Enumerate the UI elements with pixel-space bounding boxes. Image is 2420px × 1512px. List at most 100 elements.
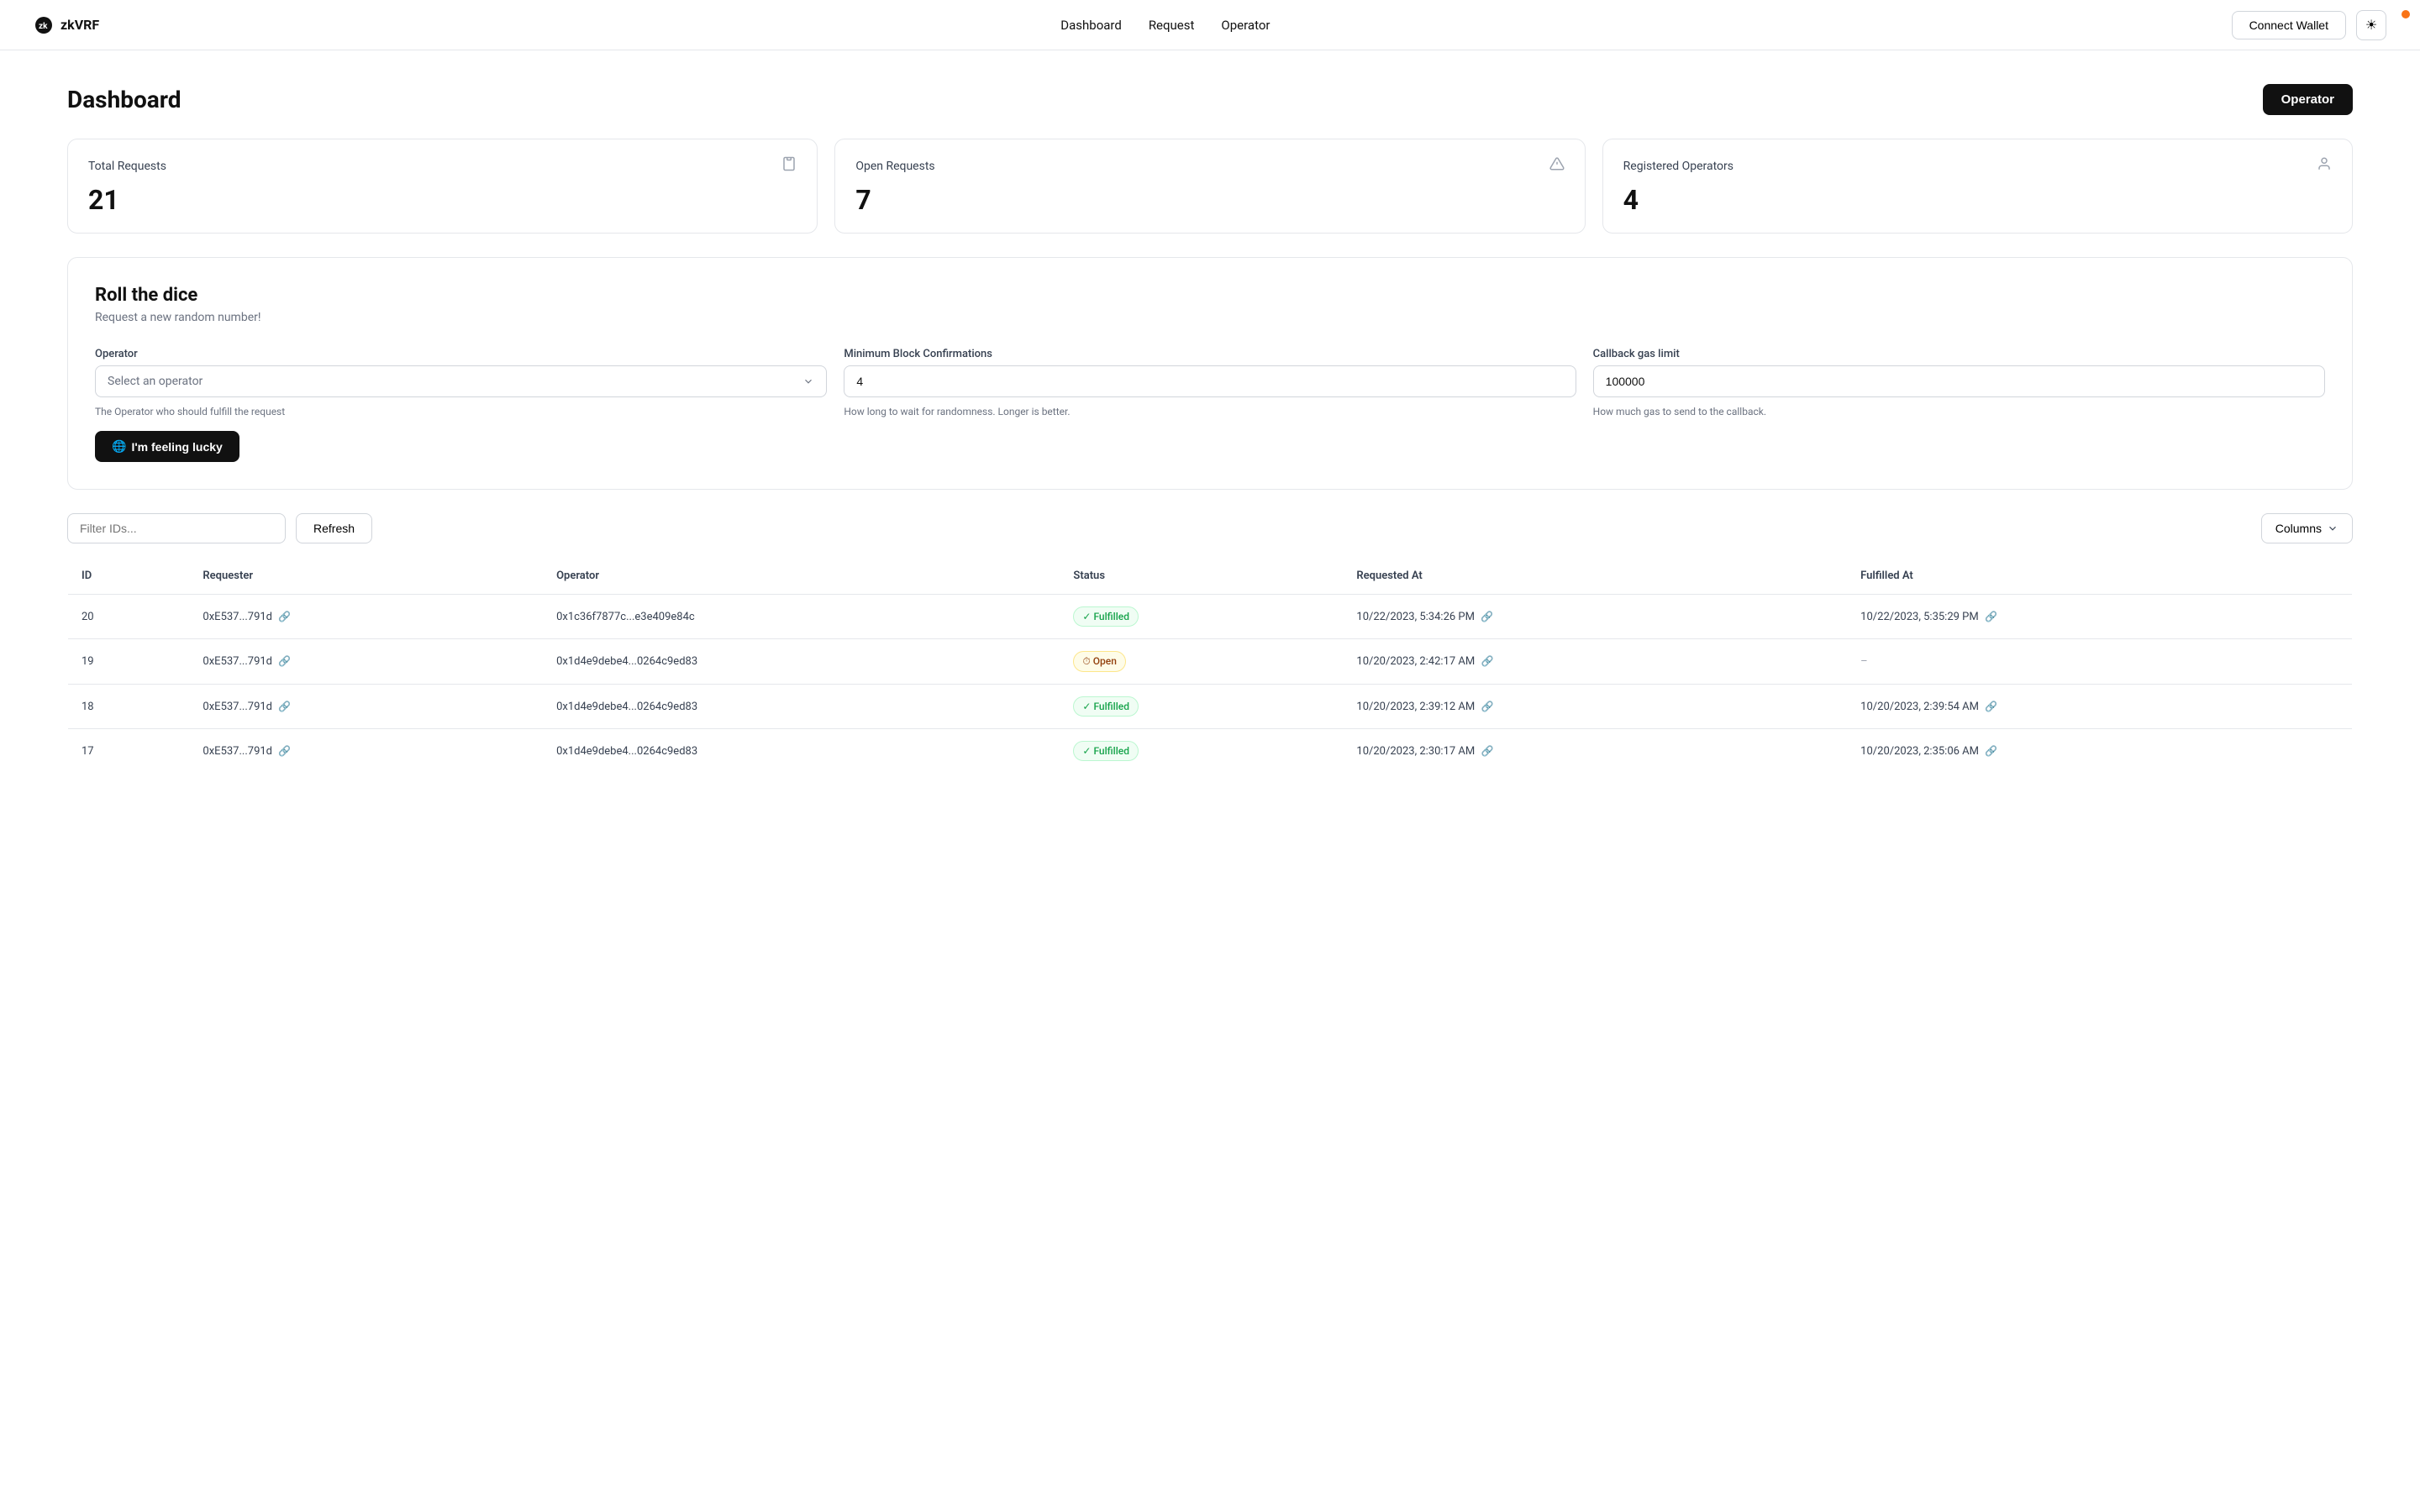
stat-value-open: 7 — [855, 184, 1564, 216]
table-body: 20 0xE537...791d 🔗 0x1c36f7877c...e3e409… — [68, 595, 2353, 774]
table-row: 19 0xE537...791d 🔗 0x1d4e9debe4...0264c9… — [68, 639, 2353, 685]
logo-text: zkVRF — [60, 17, 99, 33]
stat-label-operators: Registered Operators — [1623, 160, 1733, 173]
connect-wallet-button[interactable]: Connect Wallet — [2232, 11, 2346, 39]
requested-link-icon[interactable]: 🔗 — [1481, 655, 1493, 667]
stat-label-open: Open Requests — [855, 160, 934, 173]
im-feeling-lucky-button[interactable]: 🌐 I'm feeling lucky — [95, 431, 239, 462]
col-id: ID — [68, 558, 190, 595]
cell-operator: 0x1d4e9debe4...0264c9ed83 — [543, 729, 1060, 774]
min-confirmations-input[interactable] — [844, 365, 1576, 397]
stat-card-open-requests: Open Requests 7 — [834, 139, 1585, 234]
cell-requested-at: 10/20/2023, 2:30:17 AM 🔗 — [1343, 729, 1847, 774]
navbar-actions: Connect Wallet ☀ — [2232, 10, 2386, 40]
theme-toggle-button[interactable]: ☀ — [2356, 10, 2386, 40]
refresh-button[interactable]: Refresh — [296, 513, 372, 543]
columns-chevron-icon — [2327, 522, 2338, 534]
stat-card-operators: Registered Operators 4 — [1602, 139, 2353, 234]
status-badge: ⏱ Open — [1073, 651, 1125, 672]
min-confirmations-label: Minimum Block Confirmations — [844, 348, 1576, 360]
cell-requester: 0xE537...791d 🔗 — [189, 729, 543, 774]
requested-link-icon[interactable]: 🔗 — [1481, 701, 1493, 712]
main-content: Dashboard Operator Total Requests 21 Ope… — [0, 50, 2420, 807]
chevron-down-icon — [802, 375, 814, 387]
status-badge: ✓ Fulfilled — [1073, 696, 1139, 717]
stat-value-total: 21 — [88, 184, 797, 216]
navbar: zk zkVRF Dashboard Request Operator Conn… — [0, 0, 2420, 50]
col-fulfilled-at: Fulfilled At — [1847, 558, 2352, 595]
col-operator: Operator — [543, 558, 1060, 595]
requester-link-icon[interactable]: 🔗 — [278, 655, 291, 667]
cell-id: 19 — [68, 639, 190, 685]
nav-operator[interactable]: Operator — [1221, 18, 1270, 33]
operator-field-label: Operator — [95, 348, 827, 360]
page-title: Dashboard — [67, 86, 182, 113]
requester-link-icon[interactable]: 🔗 — [278, 745, 291, 757]
filter-input[interactable] — [67, 513, 286, 543]
clipboard-icon — [781, 156, 797, 176]
cell-requested-at: 10/20/2023, 2:39:12 AM 🔗 — [1343, 685, 1847, 729]
min-confirmations-hint: How long to wait for randomness. Longer … — [844, 406, 1576, 417]
cell-requested-at: 10/22/2023, 5:34:26 PM 🔗 — [1343, 595, 1847, 639]
cell-requester: 0xE537...791d 🔗 — [189, 685, 543, 729]
user-icon — [2317, 156, 2332, 176]
data-table: ID Requester Operator Status Requested A… — [67, 557, 2353, 774]
nav-links: Dashboard Request Operator — [1060, 18, 1270, 33]
page-header: Dashboard Operator — [67, 84, 2353, 115]
operator-field-hint: The Operator who should fulfill the requ… — [95, 406, 827, 417]
status-badge: ✓ Fulfilled — [1073, 741, 1139, 761]
status-dot — [2402, 10, 2410, 18]
fulfilled-at-value: 10/20/2023, 2:39:54 AM — [1860, 701, 1979, 713]
warning-icon — [1549, 156, 1565, 176]
cell-requester: 0xE537...791d 🔗 — [189, 595, 543, 639]
table-section: Refresh Columns ID Requester Operator St… — [67, 513, 2353, 774]
operator-field: Operator Select an operator The Operator… — [95, 348, 827, 417]
cell-fulfilled-at: 10/20/2023, 2:39:54 AM 🔗 — [1847, 685, 2352, 729]
cell-requester: 0xE537...791d 🔗 — [189, 639, 543, 685]
columns-button[interactable]: Columns — [2261, 513, 2353, 543]
fulfilled-link-icon[interactable]: 🔗 — [1985, 701, 1997, 712]
cell-status: ⏱ Open — [1060, 639, 1343, 685]
nav-request[interactable]: Request — [1149, 18, 1195, 33]
requester-link-icon[interactable]: 🔗 — [278, 611, 291, 622]
roll-section: Roll the dice Request a new random numbe… — [67, 257, 2353, 490]
stat-card-total-requests: Total Requests 21 — [67, 139, 818, 234]
operator-button[interactable]: Operator — [2263, 84, 2353, 115]
status-badge: ✓ Fulfilled — [1073, 606, 1139, 627]
nav-dashboard[interactable]: Dashboard — [1060, 18, 1122, 33]
stat-value-operators: 4 — [1623, 184, 2332, 216]
cell-status: ✓ Fulfilled — [1060, 685, 1343, 729]
cell-operator: 0x1c36f7877c...e3e409e84c — [543, 595, 1060, 639]
fulfilled-link-icon[interactable]: 🔗 — [1985, 611, 1997, 622]
globe-icon: 🌐 — [112, 439, 126, 454]
table-toolbar: Refresh Columns — [67, 513, 2353, 543]
cell-requested-at: 10/20/2023, 2:42:17 AM 🔗 — [1343, 639, 1847, 685]
logo-icon: zk — [34, 15, 54, 35]
cell-operator: 0x1d4e9debe4...0264c9ed83 — [543, 685, 1060, 729]
table-row: 17 0xE537...791d 🔗 0x1d4e9debe4...0264c9… — [68, 729, 2353, 774]
columns-button-label: Columns — [2275, 522, 2322, 535]
cell-status: ✓ Fulfilled — [1060, 595, 1343, 639]
requester-link-icon[interactable]: 🔗 — [278, 701, 291, 712]
cell-operator: 0x1d4e9debe4...0264c9ed83 — [543, 639, 1060, 685]
cell-id: 20 — [68, 595, 190, 639]
gas-limit-input[interactable] — [1593, 365, 2325, 397]
cell-fulfilled-at: 10/20/2023, 2:35:06 AM 🔗 — [1847, 729, 2352, 774]
cell-id: 18 — [68, 685, 190, 729]
col-requester: Requester — [189, 558, 543, 595]
fulfilled-link-icon[interactable]: 🔗 — [1985, 745, 1997, 757]
stat-label-total: Total Requests — [88, 160, 166, 173]
gas-limit-field: Callback gas limit How much gas to send … — [1593, 348, 2325, 417]
roll-title: Roll the dice — [95, 285, 2325, 306]
cell-status: ✓ Fulfilled — [1060, 729, 1343, 774]
gas-limit-hint: How much gas to send to the callback. — [1593, 406, 2325, 417]
requested-link-icon[interactable]: 🔗 — [1481, 745, 1493, 757]
min-confirmations-field: Minimum Block Confirmations How long to … — [844, 348, 1576, 417]
cell-fulfilled-at: 10/22/2023, 5:35:29 PM 🔗 — [1847, 595, 2352, 639]
operator-select[interactable]: Select an operator — [95, 365, 827, 397]
fulfilled-at-value: 10/20/2023, 2:35:06 AM — [1860, 745, 1979, 758]
cell-fulfilled-at: – — [1847, 639, 2352, 685]
stat-cards: Total Requests 21 Open Requests — [67, 139, 2353, 234]
lucky-button-label: I'm feeling lucky — [131, 440, 222, 454]
requested-link-icon[interactable]: 🔗 — [1481, 611, 1493, 622]
